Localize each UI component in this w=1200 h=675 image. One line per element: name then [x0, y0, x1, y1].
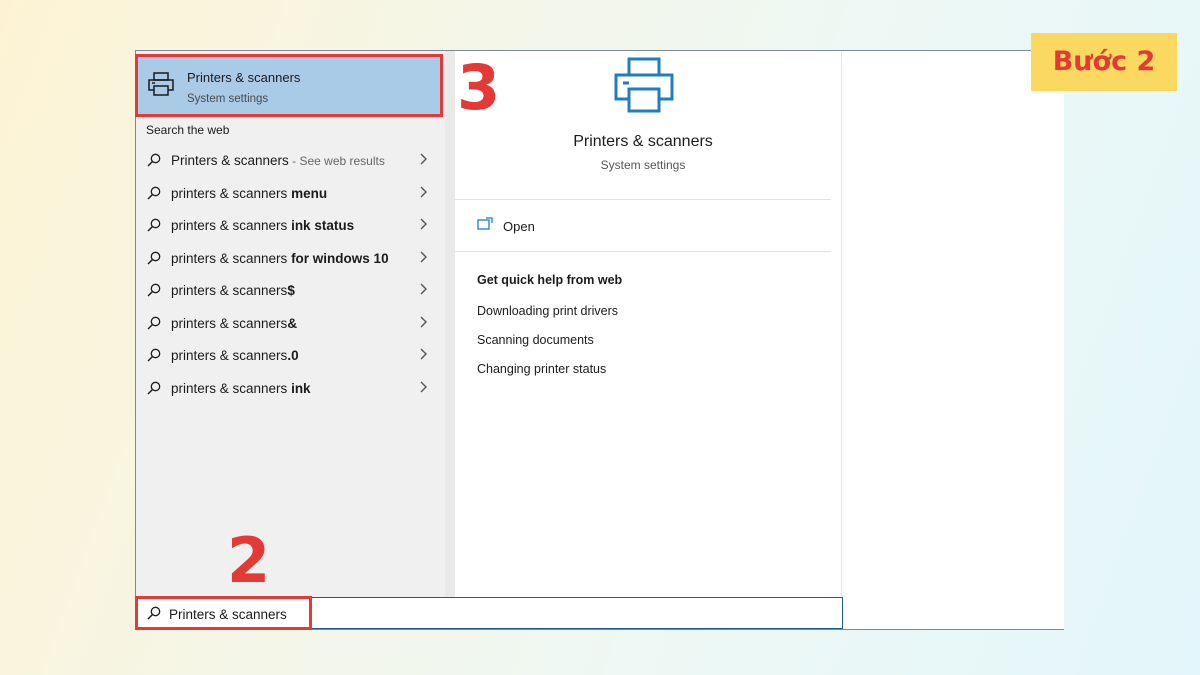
detail-subtitle: System settings	[600, 158, 686, 172]
search-icon	[147, 186, 161, 199]
step-badge: Bước 2	[1031, 33, 1177, 91]
highlight-search-box	[135, 596, 312, 630]
search-icon	[147, 251, 161, 264]
chevron-right-icon	[420, 153, 427, 165]
web-result-label: printers & scanners$	[171, 283, 295, 298]
step-marker-2: 2	[227, 524, 271, 597]
empty-pane	[841, 51, 1064, 629]
web-result-label: Printers & scanners - See web results	[171, 153, 385, 168]
results-pane: Printers & scanners System settings Sear…	[136, 51, 445, 597]
quick-link-printer-status[interactable]: Changing printer status	[477, 362, 606, 376]
web-result-label: printers & scanners menu	[171, 185, 328, 201]
web-results-list: Printers & scanners - See web results pri…	[136, 146, 445, 406]
web-result-item[interactable]: printers & scanners ink status	[136, 211, 445, 244]
web-result-label: printers & scanners&	[171, 315, 298, 331]
web-result-item[interactable]: printers & scanners.0	[136, 341, 445, 374]
step-marker-3: 3	[457, 51, 501, 124]
chevron-right-icon	[420, 381, 427, 392]
search-icon	[147, 348, 161, 362]
search-icon	[147, 381, 161, 394]
search-icon	[147, 218, 161, 232]
web-result-item[interactable]: printers & scanners for windows 10	[136, 244, 445, 277]
quick-link-scanning[interactable]: Scanning documents	[477, 333, 594, 347]
quick-help-heading: Get quick help from web	[477, 273, 623, 287]
web-result-item[interactable]: Printers & scanners - See web results	[136, 146, 445, 179]
pane-gap	[445, 51, 455, 597]
chevron-right-icon	[420, 218, 427, 230]
open-window-icon	[477, 217, 493, 230]
windows-search-panel: Printers & scanners System settings Sear…	[135, 50, 1064, 630]
web-result-label: printers & scanners ink status	[171, 218, 355, 233]
web-result-label: printers & scanners.0	[171, 348, 299, 363]
chevron-right-icon	[420, 283, 427, 295]
search-icon	[147, 283, 161, 297]
printer-large-icon	[614, 57, 674, 113]
web-result-label: printers & scanners ink	[171, 380, 311, 396]
detail-pane: Printers & scanners System settings Open…	[455, 51, 831, 597]
chevron-right-icon	[420, 186, 427, 197]
web-result-item[interactable]: printers & scanners&	[136, 309, 445, 342]
detail-title: Printers & scanners	[573, 133, 713, 150]
chevron-right-icon	[420, 348, 427, 360]
search-icon	[147, 153, 161, 167]
divider	[455, 251, 831, 252]
search-icon	[147, 316, 161, 329]
web-result-item[interactable]: printers & scanners$	[136, 276, 445, 309]
chevron-right-icon	[420, 251, 427, 262]
web-result-item[interactable]: printers & scanners menu	[136, 179, 445, 212]
search-web-heading: Search the web	[146, 123, 230, 137]
open-label: Open	[503, 219, 535, 234]
divider	[455, 199, 831, 200]
quick-link-print-drivers[interactable]: Downloading print drivers	[477, 304, 618, 318]
chevron-right-icon	[420, 316, 427, 327]
web-result-item[interactable]: printers & scanners ink	[136, 374, 445, 407]
web-result-label: printers & scanners for windows 10	[171, 250, 389, 266]
highlight-best-match	[135, 54, 443, 117]
